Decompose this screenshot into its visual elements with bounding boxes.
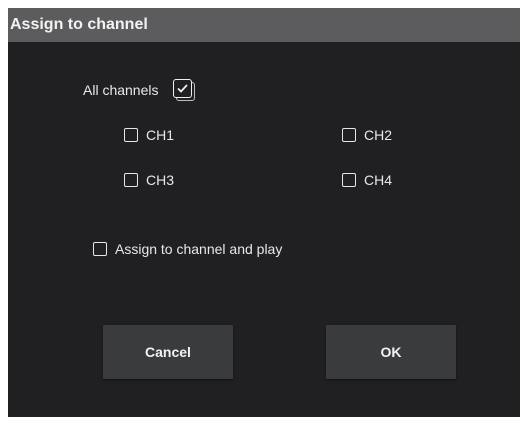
- channel-option-ch1[interactable]: CH1: [124, 127, 174, 143]
- ch4-label: CH4: [364, 172, 393, 188]
- ch1-checkbox[interactable]: [124, 128, 138, 142]
- assign-and-play-label: Assign to channel and play: [115, 241, 283, 257]
- assign-and-play-checkbox[interactable]: [93, 242, 107, 256]
- channel-option-ch4[interactable]: CH4: [342, 172, 392, 188]
- checkmark-icon: [172, 79, 192, 98]
- ok-button[interactable]: OK: [326, 325, 456, 379]
- ch1-label: CH1: [146, 127, 175, 143]
- ch2-checkbox[interactable]: [342, 128, 356, 142]
- assign-and-play-option[interactable]: Assign to channel and play: [93, 241, 282, 257]
- ch2-label: CH2: [364, 127, 393, 143]
- ch3-checkbox[interactable]: [124, 173, 138, 187]
- channel-option-ch3[interactable]: CH3: [124, 172, 174, 188]
- all-channels-row: All channels: [83, 79, 195, 101]
- channel-option-ch2[interactable]: CH2: [342, 127, 392, 143]
- ch4-checkbox[interactable]: [342, 173, 356, 187]
- dialog-titlebar: Assign to channel: [8, 8, 520, 42]
- all-channels-label: All channels: [83, 82, 159, 98]
- ch3-label: CH3: [146, 172, 175, 188]
- all-channels-checkbox[interactable]: [172, 79, 195, 101]
- dialog-title: Assign to channel: [10, 16, 148, 33]
- assign-to-channel-dialog: Assign to channel All channels CH1 CH2 C…: [8, 8, 520, 417]
- cancel-button[interactable]: Cancel: [103, 325, 233, 379]
